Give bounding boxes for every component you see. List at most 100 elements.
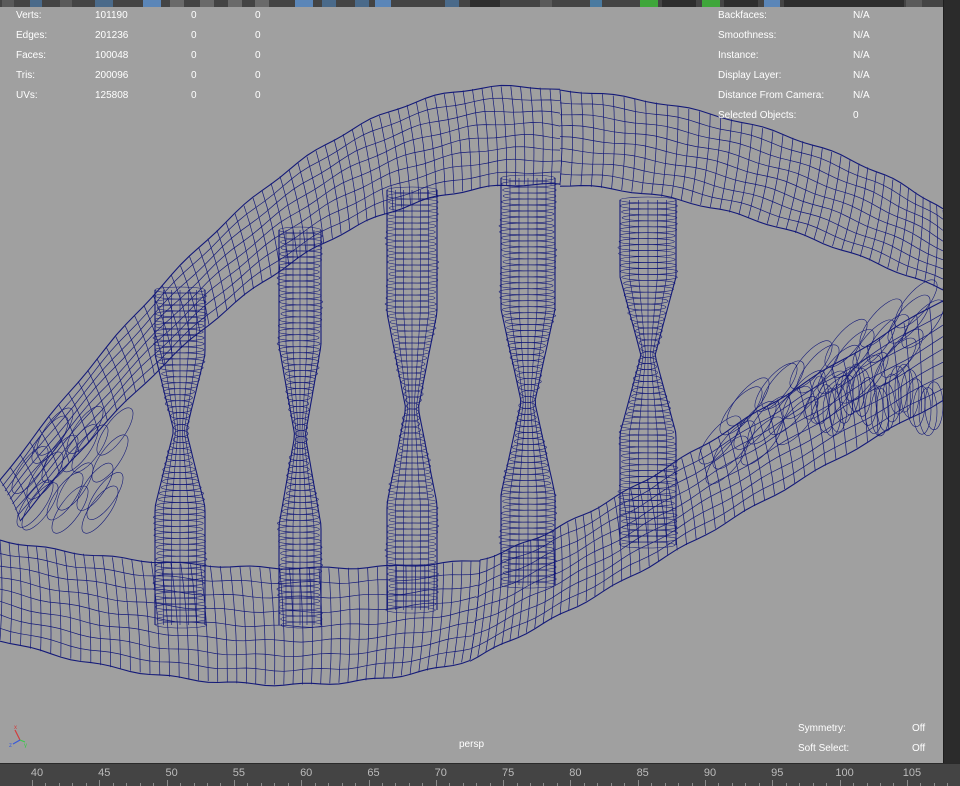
wire-ring: [286, 394, 311, 401]
wire-ring: [518, 384, 540, 391]
stat-label: Faces:: [16, 50, 47, 61]
wire-ring: [278, 597, 320, 605]
wire-ring: [516, 372, 542, 379]
wire-edge: [418, 564, 426, 673]
wire-ring: [508, 348, 545, 355]
wire-ring: [621, 208, 678, 216]
wire-edge: [347, 567, 351, 683]
status-toolbar-strip[interactable]: [0, 0, 960, 7]
detail-value: N/A: [853, 90, 870, 101]
stat-label: Tris:: [16, 70, 36, 81]
wire-edge: [549, 88, 553, 185]
wire-ring: [91, 434, 129, 483]
wire-edge: [180, 563, 190, 680]
wire-ring: [516, 414, 537, 421]
perspective-viewport[interactable]: Verts: 101190 0 0 Edges: 201236 0 0 Faces: 100048…: [0, 0, 943, 763]
wire-ring: [620, 262, 677, 269]
wire-ring: [280, 555, 323, 563]
wire-edge: [0, 539, 3, 641]
wire-ring: [285, 489, 317, 497]
poly-count-row: Tris: 200096 0 0: [16, 66, 316, 86]
object-detail-row: Display Layer: N/A: [718, 66, 938, 86]
wire-ring: [153, 525, 204, 533]
wire-edge: [680, 108, 690, 201]
wire-edge: [112, 557, 121, 669]
detail-value: N/A: [853, 50, 870, 61]
wire-ring: [159, 364, 204, 372]
frame-tick-label: 65: [367, 767, 380, 779]
wire-edge: [638, 200, 646, 545]
wire-edge: [646, 478, 659, 562]
wire-ring: [394, 354, 427, 362]
wire-edge: [305, 230, 322, 625]
frame-tick: [435, 780, 437, 786]
poly-count-hud: Verts: 101190 0 0 Edges: 201236 0 0 Faces: 100048…: [16, 6, 316, 106]
wire-ring: [276, 585, 321, 593]
wire-edge: [570, 90, 573, 186]
wire-ring: [621, 523, 678, 531]
wire-ring: [388, 264, 439, 272]
symmetry-value: Off: [912, 723, 926, 734]
base-pair-rung: [617, 196, 679, 549]
wire-ring: [277, 591, 321, 599]
wire-ring: [81, 485, 119, 534]
wire-edge: [182, 290, 189, 625]
wire-ring: [499, 216, 554, 224]
wire-ring: [502, 473, 550, 481]
wire-ring: [294, 424, 308, 431]
frame-tick-label: 100: [835, 767, 854, 779]
stat-selected: 0: [191, 90, 197, 101]
wire-ring: [502, 186, 557, 194]
wire-ring: [618, 440, 676, 448]
wire-ring: [619, 202, 678, 210]
wire-ring: [71, 424, 109, 473]
poly-count-row: Verts: 101190 0 0: [16, 6, 316, 26]
wire-edge: [841, 163, 860, 250]
wire-ring: [635, 369, 658, 376]
wire-ring: [278, 531, 320, 539]
wire-ring: [386, 192, 439, 200]
frame-tick-label: 90: [703, 767, 717, 779]
frame-tick: [772, 780, 774, 786]
wire-edge: [567, 522, 571, 611]
wire-edge: [832, 159, 851, 247]
wire-ring: [386, 288, 436, 296]
stat-value: 101190: [95, 10, 128, 21]
wire-edge: [748, 128, 763, 218]
side-panel-strip: [943, 0, 960, 763]
wire-ring: [502, 563, 557, 571]
wire-edge: [500, 86, 508, 186]
wire-edge: [785, 141, 804, 230]
frame-tick: [503, 780, 505, 786]
wire-ring: [401, 420, 420, 428]
wire-edge: [671, 106, 679, 199]
wire-ring: [705, 435, 749, 485]
wire-ring: [156, 609, 207, 617]
wire-edge: [651, 102, 658, 195]
wire-ring: [156, 549, 207, 557]
wire-edge: [777, 399, 796, 484]
wire-edge: [529, 86, 535, 185]
time-slider[interactable]: 40 45 50 55 60 65 70 75 80 85 90 95 100 105: [0, 763, 960, 786]
stat-component: 0: [255, 70, 261, 81]
detail-value: N/A: [853, 10, 870, 21]
wire-edge: [509, 546, 517, 641]
wire-ring: [280, 304, 323, 312]
poly-count-row: Faces: 100048 0 0: [16, 46, 316, 66]
wire-edge: [530, 178, 538, 585]
wire-ring: [154, 603, 207, 611]
frame-tick: [906, 780, 908, 786]
wire-edge: [813, 151, 833, 240]
detail-value: 0: [853, 110, 859, 121]
wire-edge: [795, 144, 813, 233]
wire-edge: [924, 201, 931, 283]
stat-label: Edges:: [16, 30, 48, 41]
wire-ring: [499, 282, 554, 290]
wire-ring: [631, 392, 668, 400]
wire-ring: [284, 370, 318, 377]
wire-ring: [386, 558, 436, 566]
wire-edge: [288, 169, 307, 254]
wire-ring: [153, 519, 204, 527]
wire-edge: [360, 124, 377, 218]
wire-ring: [155, 543, 206, 551]
